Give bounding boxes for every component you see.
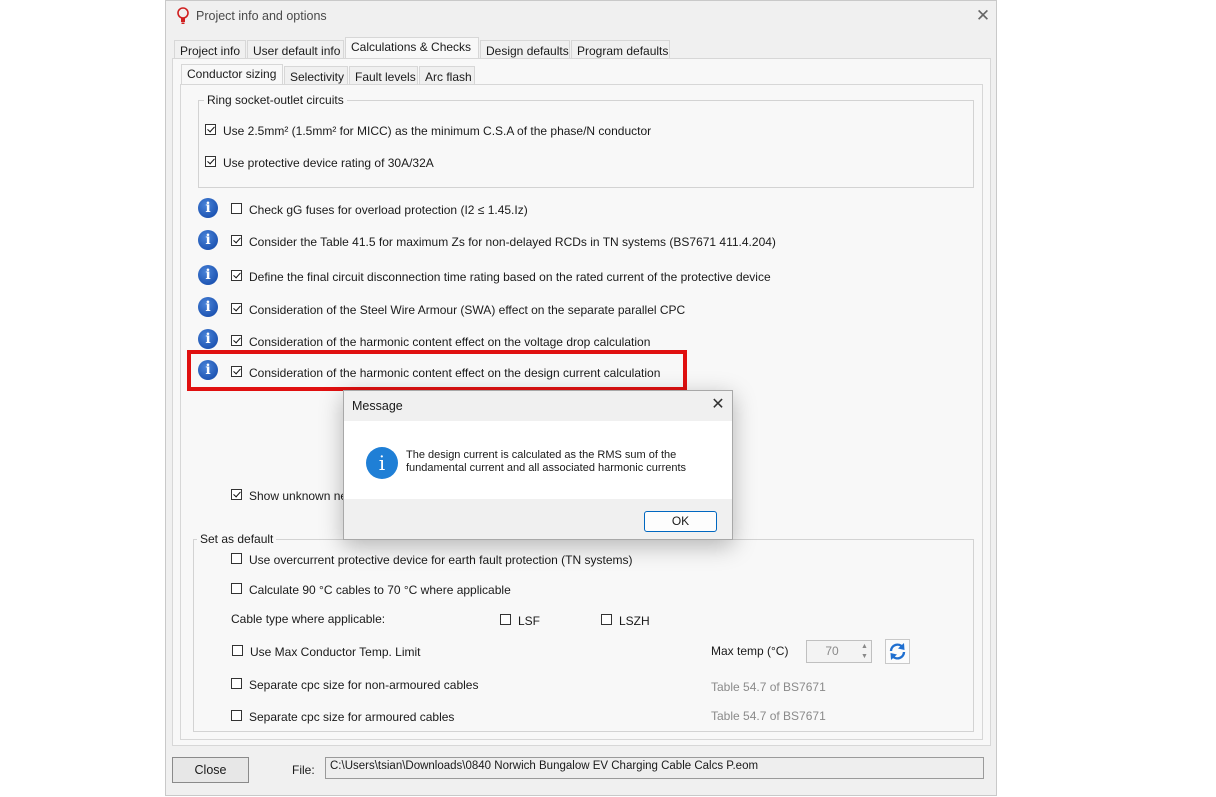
- max-temp-label: Max temp (°C): [711, 644, 789, 658]
- sep-cpc-armoured-label: Separate cpc size for armoured cables: [249, 710, 455, 724]
- info-icon[interactable]: i: [198, 198, 218, 218]
- window-close-icon[interactable]: ✕: [972, 5, 994, 27]
- refresh-button[interactable]: [885, 639, 910, 664]
- max-temp-value: 70: [825, 644, 839, 658]
- refresh-icon: [889, 643, 906, 660]
- calc-90-checkbox[interactable]: [231, 583, 242, 594]
- calc-90-label: Calculate 90 °C cables to 70 °C where ap…: [249, 583, 511, 597]
- subtab-fault-levels[interactable]: Fault levels: [349, 66, 418, 86]
- dialog-close-icon[interactable]: ✕: [708, 395, 728, 415]
- info-icon[interactable]: i: [198, 265, 218, 285]
- message-dialog: Message ✕ i The design current is calcul…: [343, 390, 733, 540]
- sep-cpc-nonarmoured-label: Separate cpc size for non-armoured cable…: [249, 678, 479, 692]
- dialog-title: Message: [352, 399, 403, 413]
- lszh-checkbox[interactable]: [601, 614, 612, 625]
- max-temp-limit-checkbox[interactable]: [232, 645, 243, 656]
- overcurrent-earth-fault-label: Use overcurrent protective device for ea…: [249, 553, 633, 567]
- tab-design-defaults[interactable]: Design defaults: [480, 40, 570, 60]
- dialog-message-line: The design current is calculated as the …: [406, 449, 677, 461]
- set-as-default-group: [193, 539, 974, 732]
- subtab-selectivity[interactable]: Selectivity: [284, 66, 348, 86]
- info-icon[interactable]: i: [198, 297, 218, 317]
- harmonic-voltage-drop-label: Consideration of the harmonic content ef…: [249, 335, 651, 349]
- sep-cpc-nonarmoured-checkbox[interactable]: [231, 678, 242, 689]
- ok-button[interactable]: OK: [644, 511, 717, 532]
- table-ref-armoured: Table 54.7 of BS7671: [711, 709, 826, 723]
- subtab-arc-flash[interactable]: Arc flash: [419, 66, 475, 86]
- show-unknown-checkbox[interactable]: [231, 489, 242, 500]
- tab-program-defaults[interactable]: Program defaults: [571, 40, 670, 60]
- defaults-group-legend: Set as default: [197, 532, 277, 546]
- lsf-checkbox[interactable]: [500, 614, 511, 625]
- ring-device-rating-checkbox[interactable]: [205, 156, 216, 167]
- lightbulb-icon: [177, 7, 189, 24]
- ring-min-csa-label: Use 2.5mm² (1.5mm² for MICC) as the mini…: [223, 124, 652, 138]
- info-icon[interactable]: i: [198, 230, 218, 250]
- tab-user-default-info[interactable]: User default info: [247, 40, 344, 60]
- disconnection-time-checkbox[interactable]: [231, 270, 242, 281]
- check-gg-fuses-label: Check gG fuses for overload protection (…: [249, 203, 528, 217]
- tab-project-info[interactable]: Project info: [174, 40, 246, 60]
- swa-effect-label: Consideration of the Steel Wire Armour (…: [249, 303, 686, 317]
- table-41-5-checkbox[interactable]: [231, 235, 242, 246]
- harmonic-voltage-drop-checkbox[interactable]: [231, 335, 242, 346]
- window-title: Project info and options: [196, 9, 327, 23]
- lsf-label: LSF: [518, 614, 541, 628]
- tab-calculations-checks[interactable]: Calculations & Checks: [345, 37, 479, 59]
- swa-effect-checkbox[interactable]: [231, 303, 242, 314]
- close-button[interactable]: Close: [172, 757, 249, 783]
- ring-device-rating-label: Use protective device rating of 30A/32A: [223, 156, 434, 170]
- table-ref-nonarmoured: Table 54.7 of BS7671: [711, 680, 826, 694]
- lszh-label: LSZH: [619, 614, 650, 628]
- file-path-field[interactable]: C:\Users\tsian\Downloads\0840 Norwich Bu…: [325, 757, 984, 779]
- spin-down-icon[interactable]: ▼: [858, 652, 871, 662]
- info-icon: i: [366, 447, 398, 479]
- ring-group-legend: Ring socket-outlet circuits: [204, 93, 347, 107]
- max-temp-spinner[interactable]: 70 ▲ ▼: [806, 640, 872, 663]
- file-label: File:: [292, 763, 315, 777]
- ring-socket-group: [198, 100, 974, 188]
- max-temp-limit-label: Use Max Conductor Temp. Limit: [250, 645, 421, 659]
- overcurrent-earth-fault-checkbox[interactable]: [231, 553, 242, 564]
- sep-cpc-armoured-checkbox[interactable]: [231, 710, 242, 721]
- disconnection-time-label: Define the final circuit disconnection t…: [249, 270, 771, 284]
- highlight-box: [187, 350, 687, 391]
- cable-type-label: Cable type where applicable:: [231, 612, 386, 626]
- dialog-message-line: fundamental current and all associated h…: [406, 462, 687, 474]
- show-unknown-label: Show unknown ne: [249, 489, 348, 503]
- table-41-5-label: Consider the Table 41.5 for maximum Zs f…: [249, 235, 776, 249]
- title-bar: Project info and options ✕: [166, 1, 996, 33]
- spin-up-icon[interactable]: ▲: [858, 642, 871, 652]
- info-icon[interactable]: i: [198, 329, 218, 349]
- dialog-message: The design current is calculated as the …: [406, 449, 716, 475]
- ring-min-csa-checkbox[interactable]: [205, 124, 216, 135]
- check-gg-fuses-checkbox[interactable]: [231, 203, 242, 214]
- subtab-conductor-sizing[interactable]: Conductor sizing: [181, 64, 283, 86]
